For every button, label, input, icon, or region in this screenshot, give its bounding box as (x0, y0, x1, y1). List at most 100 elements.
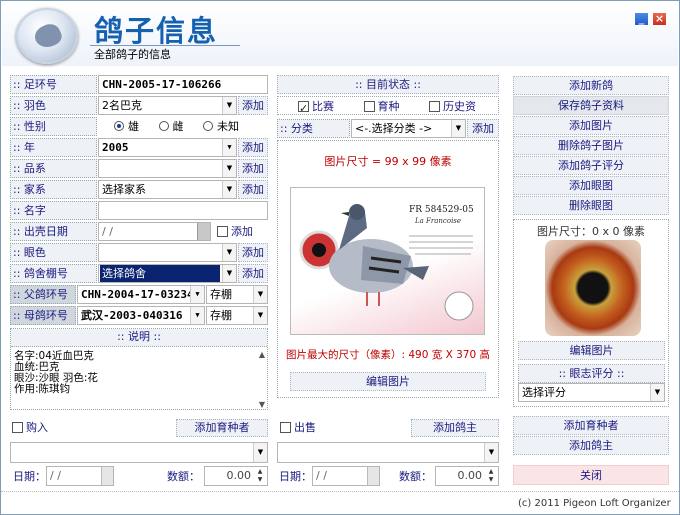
delete-pigeon-image-button[interactable]: 删除鸽子图片 (513, 136, 669, 155)
mother-ring-select[interactable]: 武汉-2003-040316 ▼ (77, 306, 205, 325)
notes-textarea[interactable]: 名字:04近血巴克 血统:巴克 眼沙:沙眼 羽色:花 作用:陈琪钧 (14, 351, 252, 407)
sex-option-unknown[interactable]: 未知 (203, 120, 239, 133)
close-button[interactable]: 关闭 (513, 465, 669, 485)
name-input[interactable] (98, 201, 268, 220)
photo-size-text: 图片尺寸 = 99 x 99 像素 (324, 155, 452, 168)
add-category-button[interactable]: 添加 (467, 119, 499, 138)
notes-panel: :: 说明 :: 名字:04近血巴克 血统:巴克 眼沙:沙眼 羽色:花 作用:陈… (10, 328, 268, 410)
add-owner-button[interactable]: 添加鸽主 (513, 436, 669, 455)
owner-select[interactable]: ▼ (277, 442, 499, 463)
add-new-pigeon-button[interactable]: 添加新鸽 (513, 76, 669, 95)
year-value: 2005 (102, 141, 129, 154)
delete-eye-image-button[interactable]: 删除眼图 (513, 196, 669, 215)
chevron-down-icon: ▼ (222, 139, 236, 156)
eye-color-label: :: 眼色 (10, 243, 97, 262)
checkbox-icon (298, 99, 309, 118)
buy-checkbox[interactable]: 购入 (12, 419, 48, 437)
ring-label: :: 足环号 (10, 75, 97, 94)
save-pigeon-button[interactable]: 保存鸽子资料 (513, 96, 669, 115)
add-pigeon-rating-button[interactable]: 添加鸽子评分 (513, 156, 669, 175)
ring-input[interactable]: CHN-2005-17-106266 (98, 75, 268, 94)
status-checkbox-group: 比赛 育种 历史资 (277, 96, 499, 118)
calendar-dropdown-icon[interactable] (367, 467, 379, 485)
chevron-down-icon: ▼ (650, 384, 664, 401)
buy-amount-label: 数额： (167, 470, 200, 483)
sex-option-male[interactable]: 雄 (114, 120, 139, 133)
eye-color-select[interactable]: ▼ (98, 243, 237, 262)
sex-radio-group: 雄 雌 未知 (98, 117, 268, 136)
chevron-down-icon: ▼ (222, 244, 236, 261)
sell-label: 出售 (294, 421, 316, 434)
add-color-button[interactable]: 添加 (238, 96, 268, 115)
mother-status-select[interactable]: 存棚 ▼ (206, 306, 268, 325)
breeder-select[interactable]: ▼ (10, 442, 268, 463)
add-breeder-link-button[interactable]: 添加育种者 (176, 419, 268, 437)
father-status-value: 存棚 (210, 288, 232, 301)
page-subtitle: 全部鸽子的信息 (94, 48, 171, 61)
add-image-button[interactable]: 添加图片 (513, 116, 669, 135)
sell-checkbox[interactable]: 出售 (280, 419, 316, 437)
notes-scrollbar[interactable]: ▲ ▼ (259, 350, 265, 410)
add-eye-color-button[interactable]: 添加 (238, 243, 268, 262)
buy-amount-input[interactable]: 0.00 ▲ ▼ (204, 466, 268, 486)
add-breeder-button[interactable]: 添加育种者 (513, 416, 669, 435)
loft-select[interactable]: 选择鸽舍 ▼ (98, 264, 237, 283)
close-window-button[interactable]: × (652, 12, 667, 26)
color-select[interactable]: 2名巴克 ▼ (98, 96, 237, 115)
father-status-select[interactable]: 存棚 ▼ (206, 285, 268, 304)
chevron-down-icon: ▼ (451, 120, 465, 137)
sell-date-label: 日期： (279, 470, 312, 483)
pigeon-photo[interactable]: FR 584529-05 La Francoise (290, 187, 485, 335)
status-option-label: 历史资 (443, 100, 476, 113)
family-select[interactable]: 选择家系 ▼ (98, 180, 237, 199)
sex-option-label: 雌 (172, 120, 184, 133)
minimize-button[interactable]: _ (634, 12, 649, 26)
hatch-date-input[interactable]: / / (98, 222, 211, 241)
chevron-down-icon: ▼ (190, 286, 204, 303)
spinner-arrows-icon[interactable]: ▲ ▼ (485, 468, 497, 484)
footer-copyright: (c) 2011 Pigeon Loft Organizer (518, 498, 671, 509)
status-breeding-checkbox[interactable]: 育种 (363, 100, 400, 113)
chevron-down-icon: ▼ (253, 443, 267, 462)
photo-panel: 图片尺寸 = 99 x 99 像素 FR 584529-05 La Franco… (277, 140, 499, 398)
status-race-checkbox[interactable]: 比赛 (298, 99, 334, 118)
hatch-add-label: 添加 (231, 225, 253, 238)
family-label: :: 家系 (10, 180, 97, 199)
spinner-arrows-icon[interactable]: ▲ ▼ (254, 468, 266, 484)
edit-photo-button[interactable]: 编辑图片 (290, 372, 486, 391)
eye-photo[interactable] (545, 240, 641, 336)
sex-option-female[interactable]: 雌 (158, 120, 184, 133)
buy-date-input[interactable]: / / (46, 466, 114, 486)
category-label: :: 分类 (277, 119, 350, 138)
add-eye-image-button[interactable]: 添加眼图 (513, 176, 669, 195)
eye-rating-select[interactable]: 选择评分 ▼ (518, 383, 665, 402)
calendar-dropdown-icon[interactable] (101, 467, 113, 485)
hatch-date-add-checkbox[interactable]: 添加 (217, 222, 269, 241)
sell-amount-input[interactable]: 0.00 ▲ ▼ (435, 466, 499, 486)
add-loft-button[interactable]: 添加 (238, 264, 268, 283)
eye-panel: 图片尺寸：0 x 0 像素 编辑图片 :: 眼志评分 :: 选择评分 ▼ (513, 219, 669, 407)
add-family-button[interactable]: 添加 (238, 180, 268, 199)
loft-label: :: 鸽舍棚号 (10, 264, 97, 283)
breed-select[interactable]: ▼ (98, 159, 237, 178)
app-window: 鸽子信息 全部鸽子的信息 _ × :: 足环号 CHN-2005-17-1062… (0, 0, 680, 515)
add-year-button[interactable]: 添加 (238, 138, 268, 157)
calendar-dropdown-icon[interactable] (197, 223, 210, 240)
checkbox-icon (429, 101, 440, 112)
header: 鸽子信息 全部鸽子的信息 _ × (2, 2, 678, 66)
add-breed-button[interactable]: 添加 (238, 159, 268, 178)
status-history-checkbox[interactable]: 历史资 (429, 100, 476, 113)
buy-date-label: 日期： (13, 470, 46, 483)
checkbox-icon (12, 422, 23, 433)
sell-date-input[interactable]: / / (312, 466, 380, 486)
sell-amount-label: 数额： (399, 470, 432, 483)
year-select[interactable]: 2005 ▼ (98, 138, 237, 157)
radio-icon (203, 121, 213, 131)
edit-eye-image-button[interactable]: 编辑图片 (518, 341, 665, 360)
category-select[interactable]: <-.选择分类 -> ▼ (351, 119, 466, 138)
family-value: 选择家系 (102, 183, 146, 196)
add-owner-link-button[interactable]: 添加鸽主 (411, 419, 499, 437)
father-ring-value: CHN-2004-17-032341 (81, 288, 201, 301)
chevron-down-icon: ▼ (253, 307, 267, 324)
father-ring-select[interactable]: CHN-2004-17-032341 ▼ (77, 285, 205, 304)
